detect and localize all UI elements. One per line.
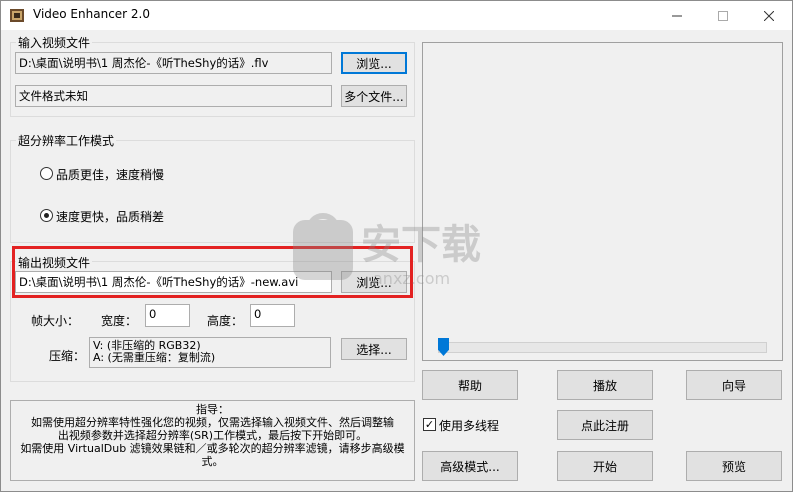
start-button[interactable]: 开始 (557, 451, 653, 481)
wizard-button[interactable]: 向导 (686, 370, 782, 400)
close-icon[interactable] (746, 1, 792, 30)
input-format-field: 文件格式未知 (15, 85, 332, 107)
compress-audio-line: A: (无需重压缩：复制流) (93, 351, 216, 364)
multi-files-button[interactable]: 多个文件... (341, 85, 407, 107)
advanced-mode-button[interactable]: 高级模式... (422, 451, 518, 481)
svg-text:安下载: 安下载 (361, 222, 481, 268)
frame-size-label: 帧大小： (31, 314, 80, 328)
video-preview (422, 42, 783, 361)
maximize-icon[interactable] (700, 1, 746, 30)
width-label: 宽度： (101, 314, 138, 328)
input-path-field[interactable]: D:\桌面\说明书\1 周杰伦-《听TheShy的话》.flv (15, 52, 332, 74)
multithread-checkbox[interactable]: ✓ (423, 418, 436, 431)
width-input[interactable]: 0 (145, 304, 190, 327)
watermark: 安下载 anxz.com (289, 206, 509, 299)
hint-title: 指导： (196, 403, 229, 416)
compress-label: 压缩： (49, 349, 86, 363)
help-button[interactable]: 帮助 (422, 370, 518, 400)
hint-box: 指导： 如需使用超分辨率特性强化您的视频，仅需选择输入视频文件、然后调整输 出视… (10, 400, 415, 481)
mode-group-label: 超分辨率工作模式 (16, 132, 117, 149)
app-icon (10, 9, 24, 22)
input-group-label: 输入视频文件 (16, 34, 93, 51)
watermark-logo: 安下载 anxz.com (293, 213, 481, 288)
mode-speed-radio[interactable] (40, 209, 53, 222)
height-label: 高度： (207, 314, 244, 328)
compress-info: V: (非压缩的 RGB32) A: (无需重压缩：复制流) (89, 337, 331, 368)
app-window: Video Enhancer 2.0 输入视频文件 D:\桌面\说明书\1 周杰… (0, 0, 793, 492)
mode-quality-radio[interactable] (40, 167, 53, 180)
height-input[interactable]: 0 (250, 304, 295, 327)
title-bar: Video Enhancer 2.0 (1, 1, 792, 30)
mode-quality-label: 品质更佳，速度稍慢 (56, 168, 165, 182)
multithread-label: 使用多线程 (439, 419, 500, 433)
svg-text:anxz.com: anxz.com (373, 269, 450, 288)
hint-line3: 如需使用 VirtualDub 滤镜效果链和／或多轮次的超分辨率滤镜，请移步高级… (20, 442, 405, 455)
play-button[interactable]: 播放 (557, 370, 653, 400)
register-button[interactable]: 点此注册 (557, 410, 653, 440)
input-browse-button[interactable]: 浏览... (341, 52, 407, 74)
hint-line4: 式。 (201, 455, 224, 468)
mode-speed-label: 速度更快，品质稍差 (56, 210, 165, 224)
hint-line2: 出视频参数并选择超分辨率(SR)工作模式，最后按下开始即可。 (57, 429, 368, 442)
seek-slider[interactable] (438, 342, 767, 353)
compress-select-button[interactable]: 选择... (341, 338, 407, 360)
preview-button[interactable]: 预览 (686, 451, 782, 481)
hint-line1: 如需使用超分辨率特性强化您的视频，仅需选择输入视频文件、然后调整输 (31, 416, 394, 429)
window-title: Video Enhancer 2.0 (33, 7, 150, 21)
minimize-icon[interactable] (654, 1, 700, 30)
